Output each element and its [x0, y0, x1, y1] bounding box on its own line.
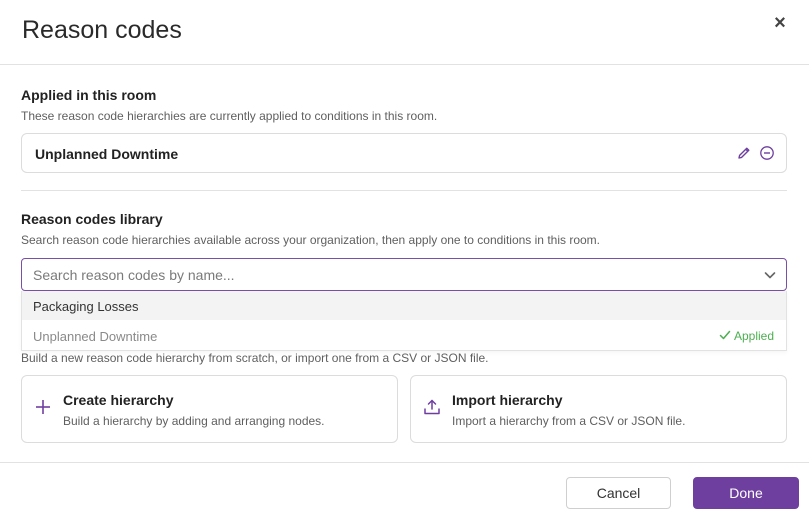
chevron-down-icon[interactable]	[763, 268, 777, 282]
library-section-subtitle: Search reason code hierarchies available…	[21, 233, 600, 247]
plus-icon	[36, 400, 50, 414]
cancel-button[interactable]: Cancel	[566, 477, 671, 509]
applied-badge: Applied	[734, 329, 775, 343]
check-icon	[719, 330, 731, 340]
upload-icon	[424, 399, 440, 415]
applied-hierarchy-card: Unplanned Downtime	[21, 133, 787, 173]
done-button[interactable]: Done	[693, 477, 799, 509]
dropdown-option-packaging-losses[interactable]: Packaging Losses	[22, 291, 786, 320]
dropdown-option-label: Packaging Losses	[33, 299, 139, 314]
search-input[interactable]	[33, 266, 733, 284]
library-section-title: Reason codes library	[21, 211, 163, 227]
applied-section-title: Applied in this room	[21, 87, 157, 103]
dropdown-option-unplanned-downtime: Unplanned Downtime Applied	[22, 321, 786, 350]
import-hierarchy-description: Import a hierarchy from a CSV or JSON fi…	[452, 414, 686, 428]
import-hierarchy-title: Import hierarchy	[452, 392, 563, 408]
close-icon[interactable]: ×	[770, 13, 790, 33]
create-hierarchy-title: Create hierarchy	[63, 392, 174, 408]
modal-title: Reason codes	[22, 16, 182, 44]
create-hierarchy-description: Build a hierarchy by adding and arrangin…	[63, 414, 325, 428]
dropdown-option-label: Unplanned Downtime	[33, 329, 158, 344]
search-dropdown: Packaging Losses Unplanned Downtime Appl…	[21, 291, 787, 351]
modal-header: Reason codes ×	[0, 0, 809, 65]
modal-footer: Cancel Done	[0, 462, 809, 518]
import-hierarchy-card[interactable]: Import hierarchy Import a hierarchy from…	[410, 375, 787, 443]
build-hint-text: Build a new reason code hierarchy from s…	[21, 351, 489, 365]
remove-circle-icon[interactable]	[759, 145, 775, 161]
applied-section-subtitle: These reason code hierarchies are curren…	[21, 109, 438, 123]
applied-hierarchy-name: Unplanned Downtime	[35, 146, 179, 162]
reason-codes-modal: Reason codes × Applied in this room Thes…	[0, 0, 809, 518]
section-divider	[21, 190, 787, 191]
search-box	[21, 258, 787, 291]
create-hierarchy-card[interactable]: Create hierarchy Build a hierarchy by ad…	[21, 375, 398, 443]
pencil-icon[interactable]	[736, 145, 752, 161]
